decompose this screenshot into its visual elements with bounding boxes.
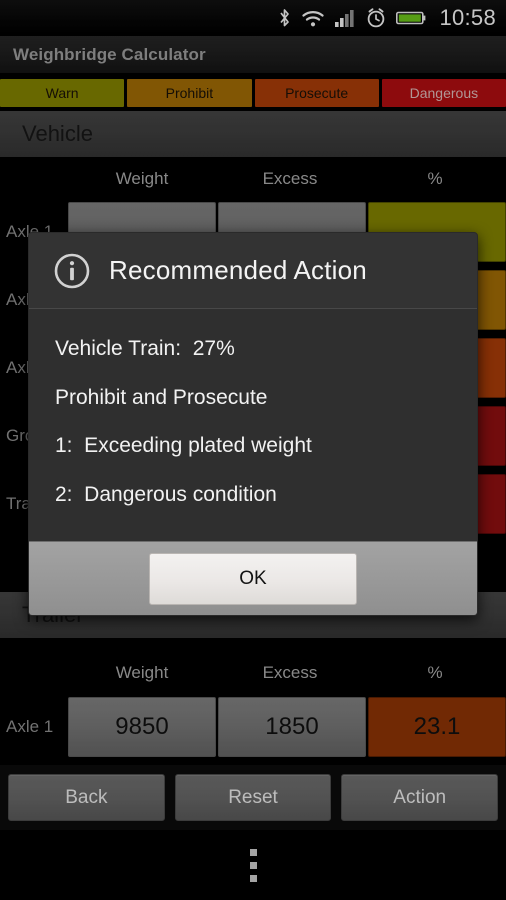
dialog-footer: OK bbox=[29, 541, 477, 616]
dialog-line-reason-2: 2: Dangerous condition bbox=[55, 482, 277, 506]
dialog-line-vehicle-train: Vehicle Train: 27% bbox=[55, 337, 235, 360]
dialog-line-reason-1: 1: Exceeding plated weight bbox=[55, 434, 312, 458]
dialog-line-recommendation: Prohibit and Prosecute bbox=[55, 385, 268, 409]
dialog-title: Recommended Action bbox=[109, 255, 367, 285]
dialog-title-bar: Recommended Action bbox=[29, 233, 477, 309]
app-screen: 10:58 Weighbridge Calculator Warn Prohib… bbox=[0, 0, 506, 900]
info-icon bbox=[54, 253, 90, 288]
recommended-action-dialog: Recommended Action Vehicle Train: 27% Pr… bbox=[28, 232, 478, 617]
dialog-body: Vehicle Train: 27% Prohibit and Prosecut… bbox=[29, 309, 477, 542]
ok-button[interactable]: OK bbox=[149, 552, 357, 605]
